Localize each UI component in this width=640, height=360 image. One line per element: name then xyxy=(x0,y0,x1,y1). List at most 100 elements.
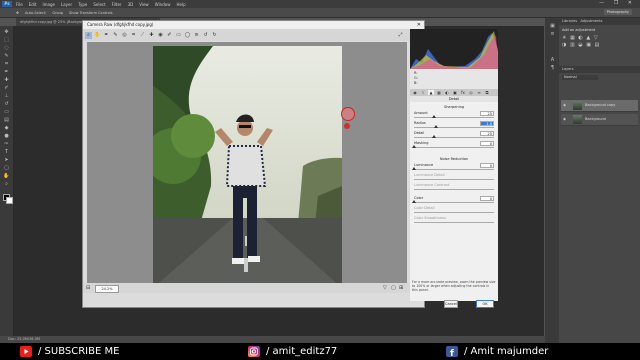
background-color-swatch[interactable] xyxy=(6,197,13,204)
menu-view[interactable]: View xyxy=(139,2,149,7)
amount-track[interactable] xyxy=(414,117,494,118)
detail-value[interactable]: 25 xyxy=(480,131,494,136)
marquee-icon[interactable]: ⬚ xyxy=(3,38,10,43)
workspace-dropdown[interactable]: Photography xyxy=(603,9,632,15)
zoom-out-icon[interactable]: ⊟ xyxy=(86,285,90,291)
detail-thumb[interactable] xyxy=(432,135,436,138)
tone-curve-tab-icon[interactable]: ⌇ xyxy=(420,90,426,95)
basic-tab-icon[interactable]: ◉ xyxy=(412,90,418,95)
tab-layers[interactable]: Layers xyxy=(559,66,640,73)
history-panel-icon[interactable]: ▣ xyxy=(549,24,556,29)
radius-thumb[interactable] xyxy=(434,125,438,128)
image-preview[interactable] xyxy=(87,42,407,292)
group-dropdown[interactable]: Group xyxy=(52,11,63,15)
toggle-settings-icon[interactable]: ▢ xyxy=(391,285,396,291)
detail-tab-icon[interactable]: ▲ xyxy=(428,90,434,95)
rotate-right-icon[interactable]: ↻ xyxy=(211,32,218,39)
healing-icon[interactable]: ✚ xyxy=(3,78,10,83)
tab-adjustments[interactable]: Adjustments xyxy=(580,19,602,23)
auto-select-checkbox[interactable]: Auto-Select: xyxy=(25,11,46,15)
pen-icon[interactable]: ✑ xyxy=(3,142,10,147)
radial-filter-icon[interactable]: ◯ xyxy=(184,32,191,39)
menu-window[interactable]: Window xyxy=(155,2,171,7)
masking-track[interactable] xyxy=(414,147,494,148)
gradient-icon[interactable]: ▤ xyxy=(3,118,10,123)
hand-tool-icon[interactable]: ✋ xyxy=(94,32,101,39)
masking-value[interactable]: 0 xyxy=(480,141,494,146)
move-icon[interactable]: ✥ xyxy=(3,30,10,35)
show-transform-checkbox[interactable]: Show Transform Controls xyxy=(69,11,113,15)
zoom-icon[interactable]: ⌕ xyxy=(3,182,10,187)
move-tool-icon[interactable]: ✥ xyxy=(16,11,19,15)
adjustment-icons-row2[interactable]: ◑ ▥ ◒ ▣ ▤ xyxy=(562,42,600,48)
cancel-button[interactable]: Cancel xyxy=(444,300,458,308)
menu-help[interactable]: Help xyxy=(176,2,185,7)
color-sampler-icon[interactable]: ✎ xyxy=(112,32,119,39)
fullscreen-icon[interactable]: ⤢ xyxy=(397,32,404,39)
straighten-icon[interactable]: ⟋ xyxy=(139,32,146,39)
color-thumb[interactable] xyxy=(412,200,416,203)
shape-icon[interactable]: ▢ xyxy=(3,166,10,171)
properties-panel-icon[interactable]: ≡ xyxy=(549,32,556,37)
lens-tab-icon[interactable]: ▣ xyxy=(452,90,458,95)
graduated-filter-icon[interactable]: ▭ xyxy=(175,32,182,39)
adjustment-brush-icon[interactable]: ✐ xyxy=(166,32,173,39)
color-track[interactable] xyxy=(414,202,494,203)
zoom-level-dropdown[interactable]: 24.2% xyxy=(95,285,119,293)
eye-icon[interactable]: ◉ xyxy=(563,100,566,111)
zoom-tool-icon[interactable]: ⌕ xyxy=(85,31,92,39)
blur-icon[interactable]: ◆ xyxy=(3,126,10,131)
crop-tool-icon[interactable]: ⌗ xyxy=(130,32,137,39)
masking-slider[interactable]: Masking 0 xyxy=(412,141,494,150)
tab-libraries[interactable]: Libraries xyxy=(562,19,577,23)
detail-track[interactable] xyxy=(414,137,494,138)
before-after-icon[interactable]: ▽ xyxy=(383,285,387,291)
close-icon[interactable]: ✕ xyxy=(417,21,421,29)
hsl-tab-icon[interactable]: ▦ xyxy=(436,90,442,95)
layer-row[interactable]: ◉ Background xyxy=(561,114,638,126)
path-select-icon[interactable]: ➤ xyxy=(3,158,10,163)
red-eye-icon[interactable]: ◉ xyxy=(157,32,164,39)
blend-mode-dropdown[interactable]: Normal xyxy=(562,75,598,80)
detail-slider[interactable]: Detail 25 xyxy=(414,131,494,140)
luminance-value[interactable]: 0 xyxy=(480,163,494,168)
presets-tab-icon[interactable]: ≡ xyxy=(476,90,482,95)
ok-button[interactable]: OK xyxy=(476,300,494,308)
type-icon[interactable]: T xyxy=(3,150,10,155)
menu-image[interactable]: Image xyxy=(42,2,55,7)
targeted-adjust-icon[interactable]: ◎ xyxy=(121,32,128,39)
dodge-icon[interactable]: ● xyxy=(3,134,10,139)
brush-icon[interactable]: ✐ xyxy=(3,86,10,91)
eyedropper-icon[interactable]: ✒ xyxy=(3,70,10,75)
quick-select-icon[interactable]: ✎ xyxy=(3,54,10,59)
color-slider[interactable]: Color 0 xyxy=(412,196,494,205)
white-balance-icon[interactable]: ✒ xyxy=(103,32,110,39)
menu-layer[interactable]: Layer xyxy=(61,2,72,7)
menu-edit[interactable]: Edit xyxy=(29,2,37,7)
camera-calibration-tab-icon[interactable]: ◎ xyxy=(468,90,474,95)
radius-value[interactable]: 1.0 xyxy=(480,121,494,126)
menu-file[interactable]: File xyxy=(16,2,23,7)
adjustment-icons[interactable]: ☀ ▦ ◐ ▲ ▽ xyxy=(562,35,599,41)
split-toning-tab-icon[interactable]: ◐ xyxy=(444,90,450,95)
panel-tabs[interactable]: Libraries Adjustments xyxy=(559,18,640,25)
preferences-icon[interactable]: ≡ xyxy=(193,32,200,39)
paragraph-panel-icon[interactable]: ¶ xyxy=(549,66,556,71)
masking-thumb[interactable] xyxy=(412,145,416,148)
crop-icon[interactable]: ⌗ xyxy=(3,62,10,67)
window-controls[interactable]: — ❐ ✕ xyxy=(599,0,636,6)
radius-track[interactable] xyxy=(414,127,494,128)
menu-type[interactable]: Type xyxy=(78,2,87,7)
eye-icon[interactable]: ◉ xyxy=(563,114,566,125)
character-panel-icon[interactable]: A xyxy=(549,58,556,63)
stamp-icon[interactable]: ⊥ xyxy=(3,94,10,99)
history-brush-icon[interactable]: ↺ xyxy=(3,102,10,107)
layer-row[interactable]: ◉ Background copy xyxy=(561,100,638,112)
spot-removal-icon[interactable]: ✚ xyxy=(148,32,155,39)
eraser-icon[interactable]: ▭ xyxy=(3,110,10,115)
color-value[interactable]: 0 xyxy=(480,196,494,201)
luminance-thumb[interactable] xyxy=(412,167,416,170)
luminance-track[interactable] xyxy=(414,169,494,170)
amount-value[interactable]: 25 xyxy=(480,111,494,116)
effects-tab-icon[interactable]: fx xyxy=(460,90,466,95)
